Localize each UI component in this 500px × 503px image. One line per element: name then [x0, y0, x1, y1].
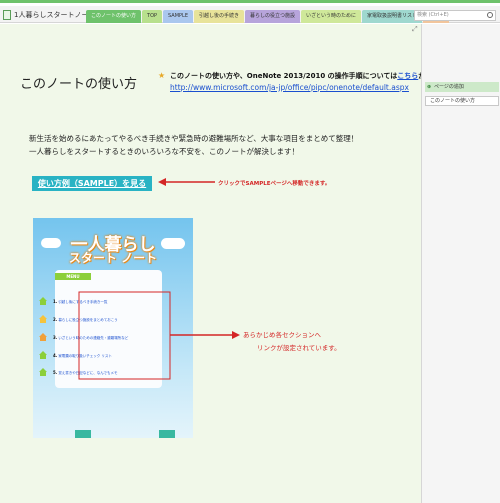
menu-item-label: 家電類の取り扱いチェック リスト [58, 354, 112, 358]
link-annotation-1: あらかじめ各セクションへ [243, 331, 321, 339]
menu-item-number: 3. [53, 335, 58, 340]
plus-icon: ⊕ [427, 84, 432, 90]
help-url-link[interactable]: http://www.microsoft.com/ja-jp/office/pi… [170, 83, 409, 92]
cover-menu-item[interactable]: 4.家電類の取り扱いチェック リスト [53, 353, 112, 359]
link-annotation-2: リンクが設定されています。 [257, 344, 341, 352]
cover-menu-item[interactable]: 5.覚え書きや日記などに、なんでもメモ [53, 370, 118, 376]
search-icon[interactable] [487, 12, 493, 18]
tab-section-5[interactable]: いざという時のために [301, 10, 362, 23]
menu-item-number: 2. [53, 317, 58, 322]
notebook-cover-image: 一人暮らし スタート ノート MENU 1.引越し後にするべき手続き一覧 2.暮ら… [33, 218, 193, 438]
menu-item-number: 5. [53, 370, 58, 375]
section-tab-bar: 1人暮らしスタートノート ▼ このノートの使い方TOPSAMPLE引越し後の手続… [0, 6, 500, 23]
here-link[interactable]: こちら [397, 72, 418, 80]
add-page-label: ページの追加 [434, 84, 464, 90]
cover-menu-item[interactable]: 1.引越し後にするべき手続き一覧 [53, 299, 107, 305]
cta-annotation: クリックでSAMPLEページへ移動できます。 [218, 181, 331, 187]
house-icon [39, 333, 47, 341]
add-page-button[interactable]: ⊕ ページの追加 [425, 82, 499, 92]
page-list-item[interactable]: このノートの使い方 [425, 96, 499, 106]
search-placeholder: 検索 (Ctrl+E) [417, 12, 449, 18]
cover-menu-item[interactable]: 3.いざという時のための連絡先・避難場所など [53, 335, 128, 341]
page-title: このノートの使い方 [20, 77, 138, 92]
menu-item-number: 1. [53, 299, 58, 304]
cover-menu-item[interactable]: 2.暮らしに役立つ施設をまとめておこう [53, 317, 118, 323]
notebook-title: 1人暮らしスタートノート [14, 10, 96, 19]
onenote-window: 1人暮らしスタートノート ▼ このノートの使い方TOPSAMPLE引越し後の手続… [0, 0, 500, 503]
tab-section-3[interactable]: 引越し後の手続き [194, 10, 245, 23]
body-text-line-1: 新生活を始めるにあたってやるべき手続きや緊急時の避難場所など、大事な項目をまとめ… [29, 134, 359, 143]
note-line: このノートの使い方や、OneNote 2013/2010 の操作手順についてはこ… [170, 71, 432, 81]
menu-item-number: 4. [53, 353, 58, 358]
house-icon [39, 368, 47, 376]
section-tabs: このノートの使い方 TOP SAMPLE 引越し後の手続き 暮らしの役立つ施設 いざという… [86, 10, 450, 23]
house-icon [39, 351, 47, 359]
cover-title-2: スタート ノート [68, 251, 158, 265]
cover-footer-tab [159, 430, 175, 438]
menu-item-label: 覚え書きや日記などに、なんでもメモ [58, 371, 118, 375]
notebook-icon [3, 9, 11, 20]
page-list-panel: ⊕ ページの追加 このノートの使い方 [421, 24, 500, 503]
star-icon: ★ [158, 71, 166, 80]
menu-item-label: 引越し後にするべき手続き一覧 [58, 300, 108, 304]
tab-section-1[interactable]: TOP [142, 10, 163, 23]
tab-section-0[interactable]: このノートの使い方 [86, 10, 142, 23]
sample-link-button[interactable]: 使い方例（SAMPLE）を見る [32, 176, 152, 191]
house-icon [39, 297, 47, 305]
tab-section-2[interactable]: SAMPLE [163, 10, 193, 23]
body-text-line-2: 一人暮らしをスタートするときのいろいろな不安を、このノートが解決します！ [29, 147, 299, 156]
house-icon [39, 315, 47, 323]
expand-icon[interactable]: ⤢ [412, 25, 418, 34]
menu-item-label: 暮らしに役立つ施設をまとめておこう [58, 318, 118, 322]
search-input[interactable]: 検索 (Ctrl+E) [414, 10, 496, 21]
menu-header: MENU [55, 273, 91, 280]
note-text: このノートの使い方や、OneNote 2013/2010 の操作手順については [170, 72, 398, 80]
menu-item-label: いざという時のための連絡先・避難場所など [58, 336, 129, 340]
tab-section-4[interactable]: 暮らしの役立つ施設 [245, 10, 301, 23]
cover-footer-tab [75, 430, 91, 438]
